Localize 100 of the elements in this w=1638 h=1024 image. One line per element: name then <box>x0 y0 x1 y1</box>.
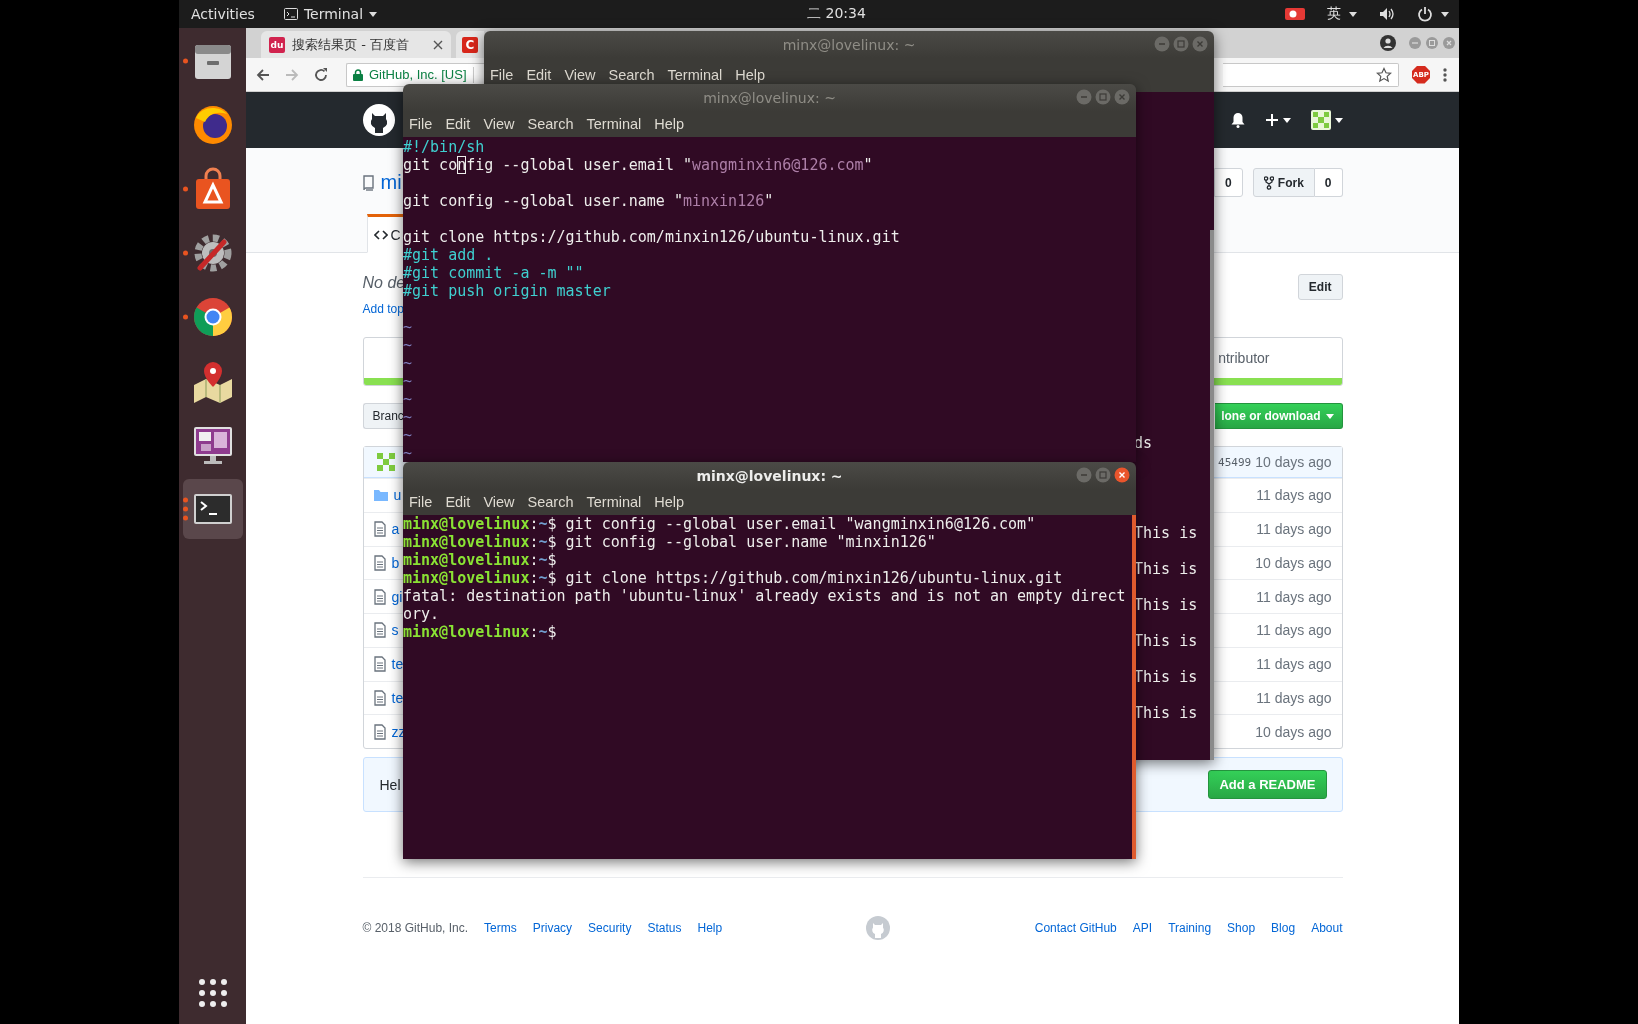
menu-item[interactable]: Edit <box>439 494 477 510</box>
code-line: #git push origin master <box>403 282 611 300</box>
menu-item[interactable]: Help <box>648 494 691 510</box>
apps-grid-icon[interactable] <box>197 978 228 1008</box>
bell-icon[interactable] <box>1230 112 1245 128</box>
browser-tab[interactable]: C <box>456 31 484 58</box>
contributors-link[interactable]: ntributor <box>1218 350 1270 366</box>
more-icon[interactable] <box>1443 66 1447 83</box>
fork-button[interactable]: Fork <box>1252 168 1315 197</box>
reload-icon[interactable] <box>313 66 329 83</box>
logo-icon[interactable] <box>362 104 395 136</box>
menu-item[interactable]: View <box>477 494 521 510</box>
menu-item[interactable]: Help <box>648 116 691 132</box>
avatar-icon[interactable] <box>1310 110 1331 130</box>
file-link[interactable]: s <box>391 622 399 639</box>
watch-count[interactable]: 0 <box>1214 168 1243 197</box>
running-indicator <box>182 314 188 320</box>
menu-item[interactable]: Search <box>602 67 661 83</box>
window-title: minx@lovelinux: ~ <box>782 36 916 53</box>
file-link[interactable]: a <box>391 521 400 538</box>
running-indicator <box>182 186 188 192</box>
file-link[interactable]: gi <box>391 588 403 605</box>
file-link[interactable]: b <box>391 554 400 571</box>
terminal-line: This is <box>1134 704 1198 722</box>
code-icon <box>373 229 388 240</box>
file-link[interactable]: u <box>393 487 402 504</box>
menu-item[interactable]: Terminal <box>580 116 648 132</box>
plus-icon[interactable] <box>1264 113 1279 127</box>
activities-button[interactable]: Activities <box>184 6 262 22</box>
menu-item[interactable]: Help <box>729 67 772 83</box>
scrollbar[interactable] <box>1210 230 1214 760</box>
running-indicator <box>182 58 188 64</box>
back-icon[interactable] <box>255 66 271 83</box>
recording-icon[interactable] <box>1285 7 1305 21</box>
running-indicator <box>182 497 188 521</box>
menu-item[interactable]: File <box>403 494 439 510</box>
menu-item[interactable]: View <box>477 116 521 132</box>
window-title: minx@lovelinux: ~ <box>696 467 843 484</box>
repo-tab[interactable]: C <box>366 214 404 253</box>
file-link[interactable]: te <box>391 689 404 706</box>
scrollbar[interactable] <box>1132 515 1136 859</box>
footer-link[interactable]: Contact GitHub <box>1034 921 1117 935</box>
menu-item[interactable]: Terminal <box>661 67 729 83</box>
footer-link[interactable]: Training <box>1168 921 1212 935</box>
menu-item[interactable]: Search <box>521 116 580 132</box>
file-age: 10 days ago <box>1255 554 1332 571</box>
terminal-line: minx@lovelinux:~$ git clone https://github.com/minxin126/ubuntu-linux.git <box>403 569 1063 587</box>
menu-item[interactable]: Search <box>521 494 580 510</box>
caret-icon <box>1334 117 1343 123</box>
code-line: git config --global user.name "minxin126" <box>403 192 774 210</box>
footer-link[interactable]: Shop <box>1227 921 1256 935</box>
branch-button[interactable]: Branc <box>362 403 404 429</box>
terminal-line: ory. <box>403 605 440 623</box>
terminal-line: fatal: destination path 'ubuntu-linux' already exists and is not an empty direct <box>403 587 1126 605</box>
topics-link[interactable]: Add top <box>362 300 404 318</box>
app-menu[interactable]: Terminal <box>283 6 378 22</box>
footer-link[interactable]: Blog <box>1271 921 1296 935</box>
footer-link[interactable]: Help <box>697 921 723 935</box>
code-line: #git add . <box>403 246 494 264</box>
code-line: ~ <box>403 372 413 390</box>
caret-icon <box>1349 11 1357 17</box>
menu-item[interactable]: Terminal <box>580 494 648 510</box>
lock-icon <box>353 68 363 81</box>
copyright: © 2018 GitHub, Inc. <box>362 921 469 935</box>
clock[interactable]: 二 20:34 <box>807 5 866 23</box>
menu-item[interactable]: View <box>558 67 602 83</box>
commit-sha[interactable]: 45499 <box>1218 455 1252 469</box>
file-age: 11 days ago <box>1256 521 1332 538</box>
power-icon[interactable] <box>1417 6 1433 22</box>
star-icon[interactable] <box>1376 66 1392 83</box>
file-icon <box>373 521 386 538</box>
edit-button[interactable]: Edit <box>1297 274 1343 300</box>
footer-link[interactable]: Security <box>588 921 632 935</box>
caret-icon <box>369 11 378 17</box>
file-age: 11 days ago <box>1256 689 1332 706</box>
favicon: du <box>269 36 285 53</box>
volume-icon[interactable] <box>1379 7 1395 21</box>
footer-link[interactable]: API <box>1132 921 1153 935</box>
file-icon <box>373 656 386 673</box>
menu-item[interactable]: File <box>403 116 439 132</box>
input-method-menu[interactable]: 英 <box>1327 5 1357 23</box>
person-icon[interactable] <box>1380 35 1396 51</box>
footer-link[interactable]: Privacy <box>532 921 573 935</box>
close-icon[interactable] <box>1114 467 1130 483</box>
fork-count[interactable]: 0 <box>1314 168 1343 197</box>
repo-link[interactable]: mi <box>380 171 402 194</box>
footer-link[interactable]: Status <box>647 921 682 935</box>
footer-link[interactable]: About <box>1311 921 1343 935</box>
browser-tab[interactable]: du 搜索结果页 - 百度首 <box>261 31 451 58</box>
dock-item[interactable] <box>182 479 243 539</box>
file-link[interactable]: te <box>391 656 404 673</box>
file-icon <box>373 554 386 571</box>
site-identity: GitHub, Inc. [US] <box>369 67 467 82</box>
menu-item[interactable]: Edit <box>520 67 558 83</box>
code-line: ~ <box>403 408 413 426</box>
close-icon[interactable] <box>433 39 443 50</box>
terminal-line: This is <box>1134 668 1198 686</box>
footer-link[interactable]: Terms <box>484 921 517 935</box>
terminal-line: minx@lovelinux:~$ <box>403 551 557 569</box>
menu-item[interactable]: Edit <box>439 116 477 132</box>
